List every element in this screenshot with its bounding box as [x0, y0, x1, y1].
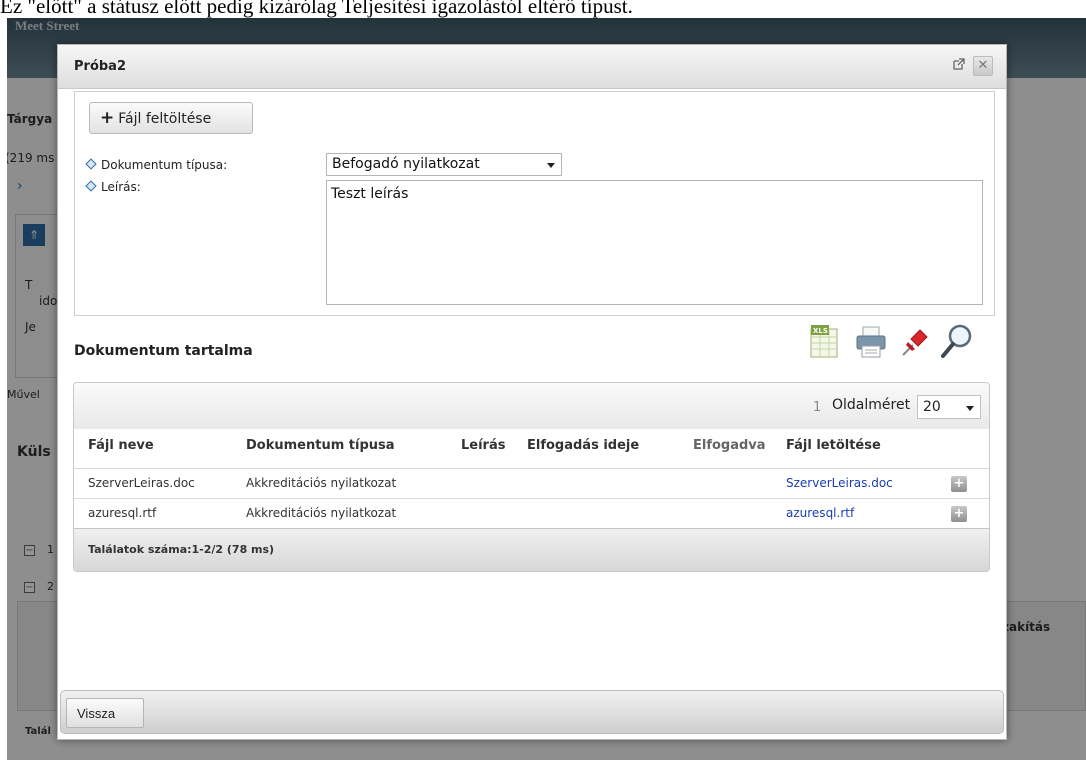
upload-file-button[interactable]: + Fájl feltöltése — [89, 102, 253, 134]
description-textarea[interactable]: Teszt leírás — [326, 180, 983, 305]
grid-footer: Találatok száma:1-2/2 (78 ms) — [74, 528, 989, 571]
table-row: SzerverLeiras.doc Akkreditációs nyilatko… — [74, 468, 989, 498]
dialog-title: Próba2 — [74, 59, 126, 74]
cell-document-type: Akkreditációs nyilatkozat — [246, 476, 397, 490]
upload-form: + Fájl feltöltése Dokumentum típusa: Befo… — [74, 91, 995, 316]
grid-toolbar: 1 Oldalméret 20 — [74, 383, 989, 429]
document-type-select[interactable]: Befogadó nyilatkozat — [326, 153, 562, 176]
bullet-icon — [85, 180, 97, 192]
column-header-accepted[interactable]: Elfogadva — [693, 438, 766, 453]
close-icon[interactable]: ✕ — [973, 56, 993, 76]
page-size-label: Oldalméret — [832, 397, 911, 413]
result-count: Találatok száma:1-2/2 (78 ms) — [88, 543, 275, 556]
back-button[interactable]: Vissza — [66, 698, 144, 728]
chevron-down-icon — [547, 163, 555, 168]
page-size-select[interactable]: 20 — [917, 395, 981, 419]
download-link[interactable]: azuresql.rtf — [786, 506, 854, 520]
page-size-value: 20 — [923, 399, 941, 415]
document-type-value: Befogadó nyilatkozat — [332, 156, 480, 172]
upload-dialog: Próba2 ✕ + Fájl feltöltése Dokumentum típ… — [57, 44, 1007, 740]
upload-file-button-label: Fájl feltöltése — [118, 111, 212, 127]
table-row: azuresql.rtf Akkreditációs nyilatkozat a… — [74, 498, 989, 528]
cell-file-name: SzerverLeiras.doc — [88, 476, 195, 490]
description-value: Teszt leírás — [331, 186, 409, 202]
expand-row-icon[interactable]: + — [951, 506, 967, 522]
chevron-down-icon — [966, 406, 974, 411]
plus-icon: + — [100, 108, 115, 128]
dialog-button-bar: Vissza — [60, 690, 1004, 734]
column-header-file-name[interactable]: Fájl neve — [88, 438, 154, 453]
expand-row-icon[interactable]: + — [951, 476, 967, 492]
section-title: Dokumentum tartalma — [74, 343, 253, 359]
document-grid: 1 Oldalméret 20 Fájl neve Dokumentum típ… — [73, 382, 990, 572]
print-icon[interactable] — [854, 325, 888, 361]
excel-export-icon[interactable]: XLS — [809, 323, 843, 359]
document-text: Ez "előtt" a státusz előtt pedig kizáról… — [0, 0, 633, 18]
popout-icon[interactable] — [952, 58, 966, 72]
download-link[interactable]: SzerverLeiras.doc — [786, 476, 893, 490]
column-header-description[interactable]: Leírás — [461, 438, 505, 453]
pin-icon[interactable] — [898, 325, 932, 361]
search-icon[interactable] — [940, 323, 974, 359]
column-header-accept-time[interactable]: Elfogadás ideje — [527, 438, 639, 453]
cell-document-type: Akkreditációs nyilatkozat — [246, 506, 397, 520]
bullet-icon — [85, 158, 97, 170]
svg-text:XLS: XLS — [813, 327, 828, 335]
description-label: Leírás: — [85, 180, 141, 194]
document-type-label: Dokumentum típusa: — [85, 158, 227, 172]
dialog-titlebar[interactable]: Próba2 ✕ — [58, 45, 1006, 89]
current-page[interactable]: 1 — [813, 400, 821, 415]
column-header-download[interactable]: Fájl letöltése — [786, 438, 881, 453]
column-header-document-type[interactable]: Dokumentum típusa — [246, 438, 395, 453]
cell-file-name: azuresql.rtf — [88, 506, 157, 520]
